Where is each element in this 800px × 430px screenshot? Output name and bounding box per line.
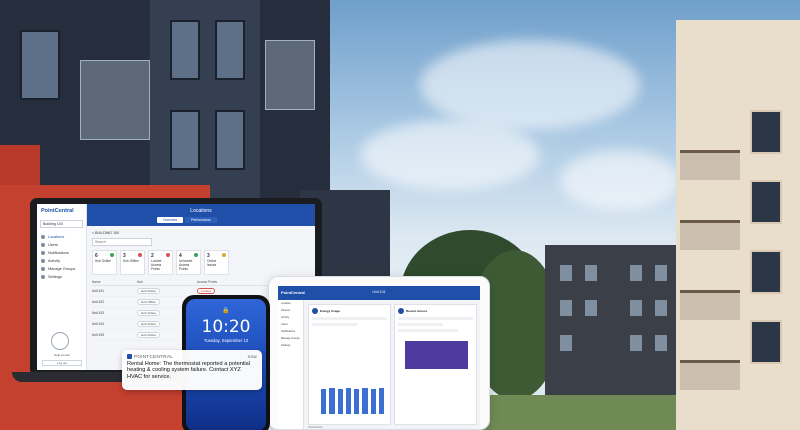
cloud: [420, 40, 640, 130]
lock-date: Tuesday, September 13: [203, 338, 249, 343]
gear-icon: [41, 275, 45, 279]
energy-icon: [312, 308, 318, 314]
summary-card[interactable]: 3 Online Issues: [204, 250, 229, 275]
nav-location[interactable]: Location: [278, 300, 303, 307]
hub-status: Hub Online: [137, 332, 161, 338]
summary-card[interactable]: 2 Locked Access Points: [148, 250, 173, 275]
access-panel[interactable]: Recent Access: [394, 304, 477, 425]
lock-icon: 🔒: [222, 308, 230, 314]
bar: [354, 388, 360, 414]
notification-time: now: [247, 354, 257, 359]
hub-status: Hub Online: [137, 288, 161, 294]
summary-card[interactable]: 6 Hub Online: [92, 250, 117, 275]
access-icon: [398, 308, 404, 314]
tablet-screen: PointCentral Unit 101 Location Devices A…: [278, 286, 480, 429]
lock-icon: [166, 253, 170, 257]
nav-activity[interactable]: Activity: [278, 314, 303, 321]
lock-time: 10:20: [201, 317, 251, 337]
breadcrumb[interactable]: < BUILDING 100: [92, 231, 310, 235]
nav-locations[interactable]: Locations: [37, 233, 86, 241]
hub-status: Hub Online: [137, 310, 161, 316]
bell-icon: [41, 251, 45, 255]
nav-notifications[interactable]: Notifications: [37, 249, 86, 257]
location-icon: [41, 235, 45, 239]
lock-button[interactable]: Locked: [197, 288, 215, 294]
hub-status: Hub Online: [137, 321, 161, 327]
nav-manage-groups[interactable]: Manage Groups: [37, 265, 86, 273]
page-title: Locations: [190, 208, 212, 214]
page-title: Unit 101: [372, 290, 386, 294]
status-icon: [138, 253, 142, 257]
footer-logo: PointCentral: [308, 426, 323, 429]
tablet: PointCentral Unit 101 Location Devices A…: [268, 276, 490, 430]
nav-users[interactable]: Users: [37, 241, 86, 249]
bar: [378, 388, 384, 414]
right-building: [676, 20, 800, 430]
summary-cards: 6 Hub Online 3 Hub Offline 2 Locked Access …: [92, 250, 310, 275]
help-label: Help Center: [53, 353, 70, 357]
tablet-header: PointCentral Unit 101: [278, 286, 480, 300]
bar: [345, 388, 351, 414]
tablet-sidebar: Location Devices Activity Users Notifica…: [278, 300, 304, 429]
notification-message: Rental Home: The thermostat reported a p…: [127, 361, 251, 380]
status-icon: [110, 253, 114, 257]
building-select[interactable]: Building 100: [40, 220, 83, 228]
users-icon: [41, 243, 45, 247]
laptop-sidebar: PointCentral Building 100 Locations User…: [37, 204, 87, 370]
app-logo: PointCentral: [41, 208, 74, 214]
cloud: [560, 150, 680, 210]
unlock-icon: [194, 253, 198, 257]
warning-icon: [222, 253, 226, 257]
summary-card[interactable]: 4 Unlocked Access Points: [176, 250, 201, 275]
nav-users[interactable]: Users: [278, 321, 303, 328]
energy-panel[interactable]: Energy Usage: [308, 304, 391, 425]
push-notification[interactable]: POINTCENTRAL now Rental Home: The thermo…: [122, 350, 262, 390]
bar: [362, 388, 368, 414]
bar: [321, 388, 327, 414]
access-chart: [405, 341, 468, 369]
logout-button[interactable]: Log out: [42, 360, 82, 366]
groups-icon: [41, 267, 45, 271]
search-input[interactable]: Search: [92, 238, 152, 246]
nav-notifications[interactable]: Notifications: [278, 328, 303, 335]
nav-settings[interactable]: Settings: [37, 273, 86, 281]
nav-settings[interactable]: Settings: [278, 342, 303, 349]
nav-manage-groups[interactable]: Manage Groups: [278, 335, 303, 342]
nav-devices[interactable]: Devices: [278, 307, 303, 314]
summary-card[interactable]: 3 Hub Offline: [120, 250, 145, 275]
far-building: [545, 245, 680, 420]
notification-header: POINTCENTRAL now: [127, 354, 257, 359]
tablet-main: Energy Usage Recent Access: [308, 304, 477, 425]
bar: [370, 388, 376, 414]
help-icon[interactable]: [51, 332, 69, 350]
laptop-tabs: Overview Performance: [157, 217, 217, 223]
bar: [329, 388, 335, 414]
tab-overview[interactable]: Overview: [157, 217, 184, 223]
energy-bar-chart: [321, 378, 384, 414]
cloud: [360, 120, 540, 190]
activity-icon: [41, 259, 45, 263]
app-icon: [127, 354, 132, 359]
tab-performance[interactable]: Performance: [185, 217, 217, 223]
hub-status: Hub Offline: [137, 299, 160, 305]
nav-activity[interactable]: Activity: [37, 257, 86, 265]
bar: [337, 388, 343, 414]
notification-app-name: POINTCENTRAL: [134, 354, 174, 359]
